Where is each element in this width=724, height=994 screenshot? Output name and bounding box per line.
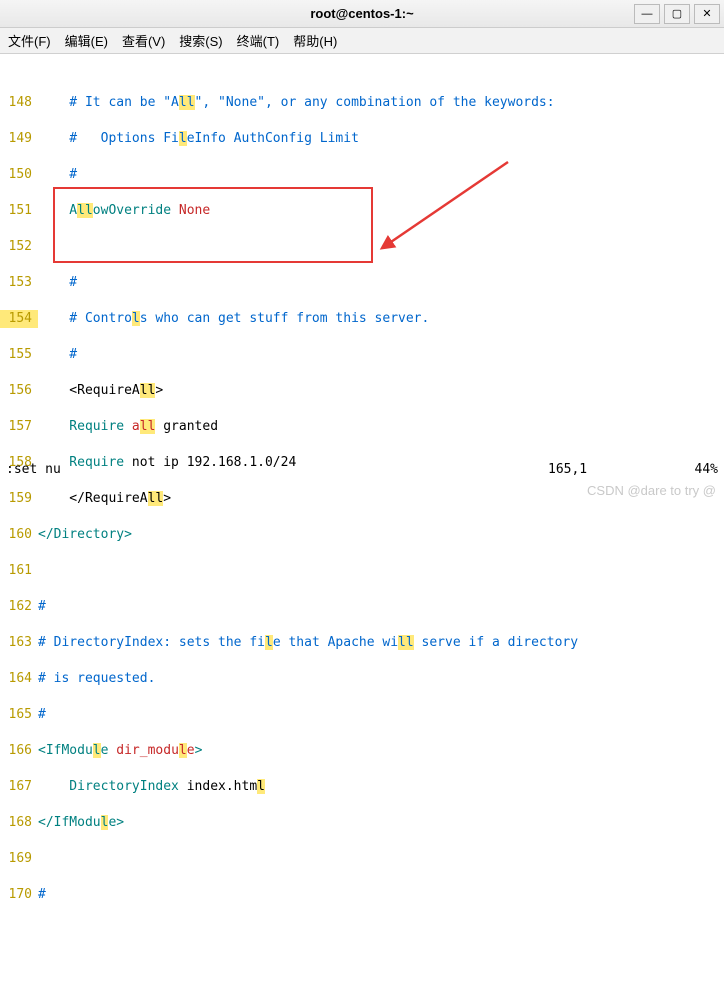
line-number: 153	[0, 274, 38, 292]
line-number: 150	[0, 166, 38, 184]
close-button[interactable]: ✕	[694, 4, 720, 24]
code-line: DirectoryIndex index.html	[38, 778, 724, 796]
menu-help[interactable]: 帮助(H)	[293, 31, 337, 50]
code-line	[38, 238, 724, 256]
code-line: AllowOverride None	[38, 202, 724, 220]
code-line: #	[38, 166, 724, 184]
code-line: </Directory>	[38, 526, 724, 544]
code-line	[38, 562, 724, 580]
line-number: 170	[0, 886, 38, 904]
vim-command: :set nu	[6, 462, 548, 480]
code-line: # is requested.	[38, 670, 724, 688]
line-number: 166	[0, 742, 38, 760]
line-number: 169	[0, 850, 38, 868]
line-number: 159	[0, 490, 38, 508]
line-number: 148	[0, 94, 38, 112]
line-number: 154	[0, 310, 38, 328]
menu-terminal[interactable]: 终端(T)	[237, 31, 280, 50]
window-controls: — ▢ ✕	[634, 4, 720, 24]
code-line: # Options FileInfo AuthConfig Limit	[38, 130, 724, 148]
code-line: <IfModule dir_module>	[38, 742, 724, 760]
line-number: 164	[0, 670, 38, 688]
minimize-button[interactable]: —	[634, 4, 660, 24]
code-line: </IfModule>	[38, 814, 724, 832]
code-line: # DirectoryIndex: sets the file that Apa…	[38, 634, 724, 652]
code-line: #	[38, 886, 724, 904]
menu-search[interactable]: 搜索(S)	[179, 31, 222, 50]
menu-edit[interactable]: 编辑(E)	[65, 31, 108, 50]
code-line: # It can be "All", "None", or any combin…	[38, 94, 724, 112]
editor-area[interactable]: 148 # It can be "All", "None", or any co…	[0, 54, 724, 994]
line-number: 155	[0, 346, 38, 364]
line-number: 149	[0, 130, 38, 148]
line-number: 151	[0, 202, 38, 220]
line-number: 156	[0, 382, 38, 400]
watermark: CSDN @dare to try @	[587, 483, 716, 498]
line-number: 167	[0, 778, 38, 796]
line-number: 165	[0, 706, 38, 724]
menu-view[interactable]: 查看(V)	[122, 31, 165, 50]
menubar: 文件(F) 编辑(E) 查看(V) 搜索(S) 终端(T) 帮助(H)	[0, 28, 724, 54]
code-line: #	[38, 706, 724, 724]
line-number: 161	[0, 562, 38, 580]
line-number: 157	[0, 418, 38, 436]
cursor-position: 165,1	[548, 462, 668, 480]
code-line: <RequireAll>	[38, 382, 724, 400]
titlebar: root@centos-1:~ — ▢ ✕	[0, 0, 724, 28]
code-line: Require all granted	[38, 418, 724, 436]
menu-file[interactable]: 文件(F)	[8, 31, 51, 50]
code-line: #	[38, 274, 724, 292]
code-line	[38, 850, 724, 868]
window-title: root@centos-1:~	[310, 6, 413, 21]
line-number: 162	[0, 598, 38, 616]
vim-statusbar: :set nu 165,1 44%	[0, 462, 724, 480]
line-number: 168	[0, 814, 38, 832]
line-number: 163	[0, 634, 38, 652]
scroll-percent: 44%	[668, 462, 718, 480]
code-line: # Controls who can get stuff from this s…	[38, 310, 724, 328]
line-number: 152	[0, 238, 38, 256]
code-line: #	[38, 346, 724, 364]
line-number: 160	[0, 526, 38, 544]
code-line: #	[38, 598, 724, 616]
maximize-button[interactable]: ▢	[664, 4, 690, 24]
